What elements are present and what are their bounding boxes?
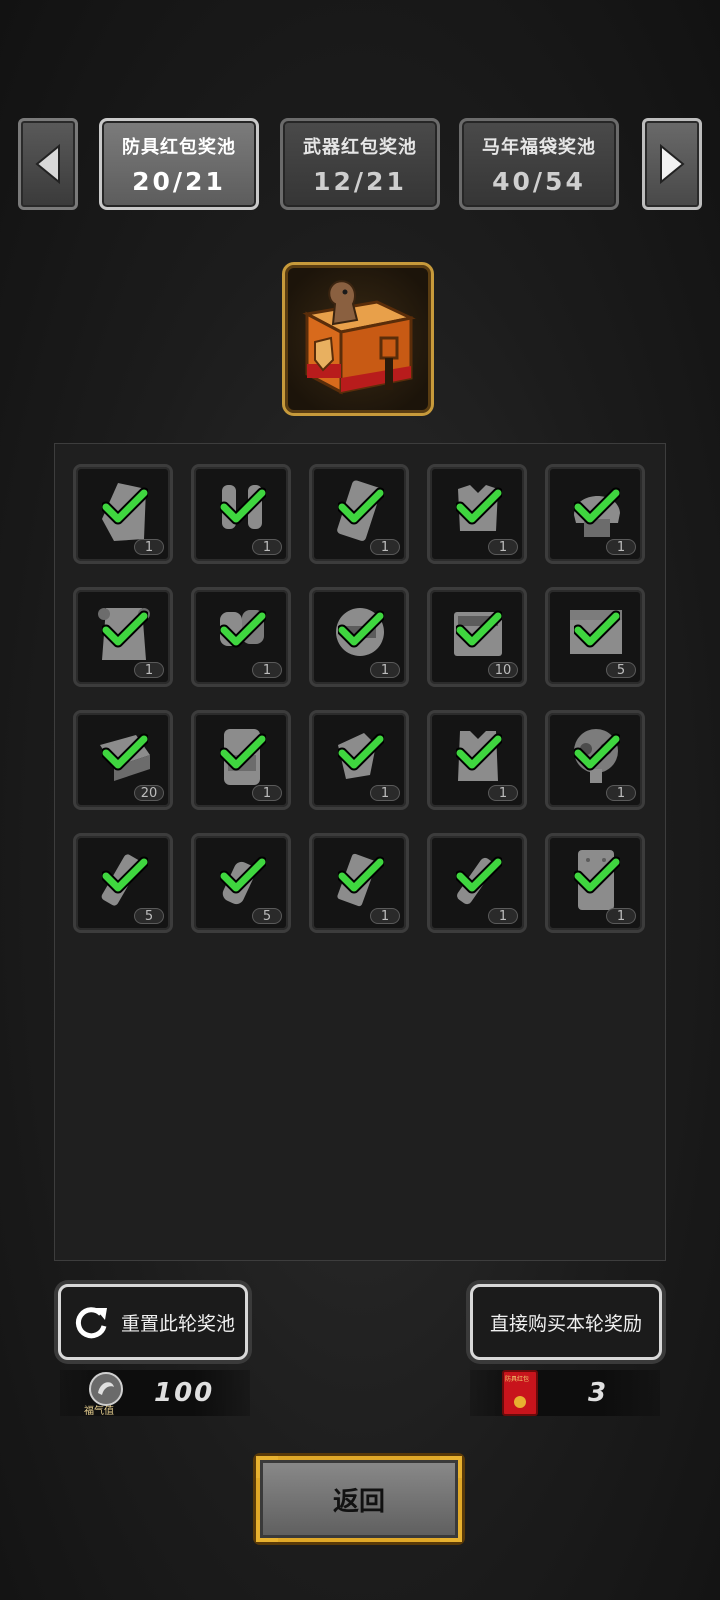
reward-item[interactable]: 1 [309, 833, 409, 933]
back-button[interactable]: 返回 [256, 1456, 462, 1542]
check-icon [574, 610, 620, 648]
reward-item[interactable]: 1 [309, 587, 409, 687]
reward-item[interactable]: 1 [191, 710, 291, 810]
check-icon [220, 856, 266, 894]
item-quantity: 5 [252, 908, 282, 924]
reward-item[interactable]: 20 [73, 710, 173, 810]
reward-item[interactable]: 1 [191, 587, 291, 687]
item-quantity: 1 [370, 785, 400, 801]
reset-pool-label: 重置此轮奖池 [120, 1312, 235, 1335]
check-icon [574, 733, 620, 771]
item-quantity: 1 [488, 539, 518, 555]
frame-corner [440, 1520, 462, 1542]
reward-item[interactable]: 1 [309, 464, 409, 564]
arrow-right-icon [660, 143, 685, 185]
item-quantity: 1 [252, 785, 282, 801]
item-quantity: 5 [606, 662, 636, 678]
check-icon [220, 610, 266, 648]
item-quantity: 1 [134, 539, 164, 555]
check-icon [456, 610, 502, 648]
reward-item[interactable]: 1 [545, 710, 645, 810]
red-envelope-label: 防具红包 [505, 1376, 530, 1383]
reward-item[interactable]: 5 [545, 587, 645, 687]
item-quantity: 1 [252, 662, 282, 678]
item-quantity: 1 [606, 539, 636, 555]
item-quantity: 1 [252, 539, 282, 555]
arrow-left-icon [35, 143, 60, 185]
check-icon [102, 487, 148, 525]
check-icon [220, 733, 266, 771]
luck-coin-label: 福气值 [84, 1406, 114, 1417]
tab-weapon-pool[interactable]: 武器红包奖池 12/21 [280, 118, 440, 210]
luck-points-value: 100 [154, 1378, 215, 1408]
item-quantity: 1 [370, 908, 400, 924]
check-icon [338, 610, 384, 648]
treasure-chest-icon [302, 280, 416, 395]
check-icon [220, 487, 266, 525]
check-icon [102, 610, 148, 648]
buy-rewards-label: 直接购买本轮奖励 [489, 1312, 642, 1335]
tab-horse-year-pool[interactable]: 马年福袋奖池 40/54 [459, 118, 619, 210]
item-quantity: 5 [134, 908, 164, 924]
reward-item[interactable]: 1 [73, 464, 173, 564]
check-icon [102, 733, 148, 771]
reward-item[interactable]: 1 [545, 833, 645, 933]
luck-points-display: 福气值 100 [60, 1370, 250, 1417]
check-icon [456, 487, 502, 525]
refresh-icon [75, 1307, 107, 1339]
check-icon [456, 856, 502, 894]
reward-item[interactable]: 10 [427, 587, 527, 687]
reward-item[interactable]: 1 [73, 587, 173, 687]
item-quantity: 1 [488, 908, 518, 924]
reward-item[interactable]: 5 [191, 833, 291, 933]
reset-pool-button[interactable]: 重置此轮奖池 [58, 1284, 248, 1360]
back-label: 返回 [332, 1486, 385, 1517]
reward-item[interactable]: 1 [427, 833, 527, 933]
item-quantity: 1 [606, 785, 636, 801]
reward-item[interactable]: 1 [427, 710, 527, 810]
tab-progress: 40/54 [492, 167, 586, 196]
next-pool-button[interactable] [642, 118, 702, 210]
tab-name: 马年福袋奖池 [482, 137, 596, 158]
item-quantity: 1 [370, 539, 400, 555]
pool-chest [282, 262, 434, 416]
check-icon [574, 856, 620, 894]
frame-corner [256, 1456, 278, 1478]
check-icon [574, 487, 620, 525]
reward-item[interactable]: 5 [73, 833, 173, 933]
item-quantity: 1 [134, 662, 164, 678]
red-envelope-count-display: 防具红包 3 [470, 1370, 660, 1416]
check-icon [338, 733, 384, 771]
item-quantity: 1 [370, 662, 400, 678]
buy-rewards-button[interactable]: 直接购买本轮奖励 [470, 1284, 662, 1360]
item-quantity: 1 [606, 908, 636, 924]
tab-armor-pool[interactable]: 防具红包奖池 20/21 [99, 118, 259, 210]
tab-name: 武器红包奖池 [303, 137, 417, 158]
check-icon [456, 733, 502, 771]
check-icon [338, 487, 384, 525]
reward-item[interactable]: 1 [191, 464, 291, 564]
item-quantity: 10 [488, 662, 518, 678]
red-envelope-count: 3 [588, 1378, 609, 1408]
item-quantity: 1 [488, 785, 518, 801]
tab-progress: 12/21 [313, 167, 407, 196]
item-quantity: 20 [134, 785, 164, 801]
reward-item[interactable]: 1 [309, 710, 409, 810]
frame-corner [256, 1520, 278, 1542]
reward-item[interactable]: 1 [545, 464, 645, 564]
tab-progress: 20/21 [132, 167, 226, 196]
check-icon [338, 856, 384, 894]
reward-grid: 1 1 1 1 1 1 1 1 10 5 20 1 1 1 1 5 5 1 1 1 [54, 443, 666, 1261]
reward-item[interactable]: 1 [427, 464, 527, 564]
frame-corner [440, 1456, 462, 1478]
tab-name: 防具红包奖池 [122, 137, 236, 158]
check-icon [102, 856, 148, 894]
prev-pool-button[interactable] [18, 118, 78, 210]
